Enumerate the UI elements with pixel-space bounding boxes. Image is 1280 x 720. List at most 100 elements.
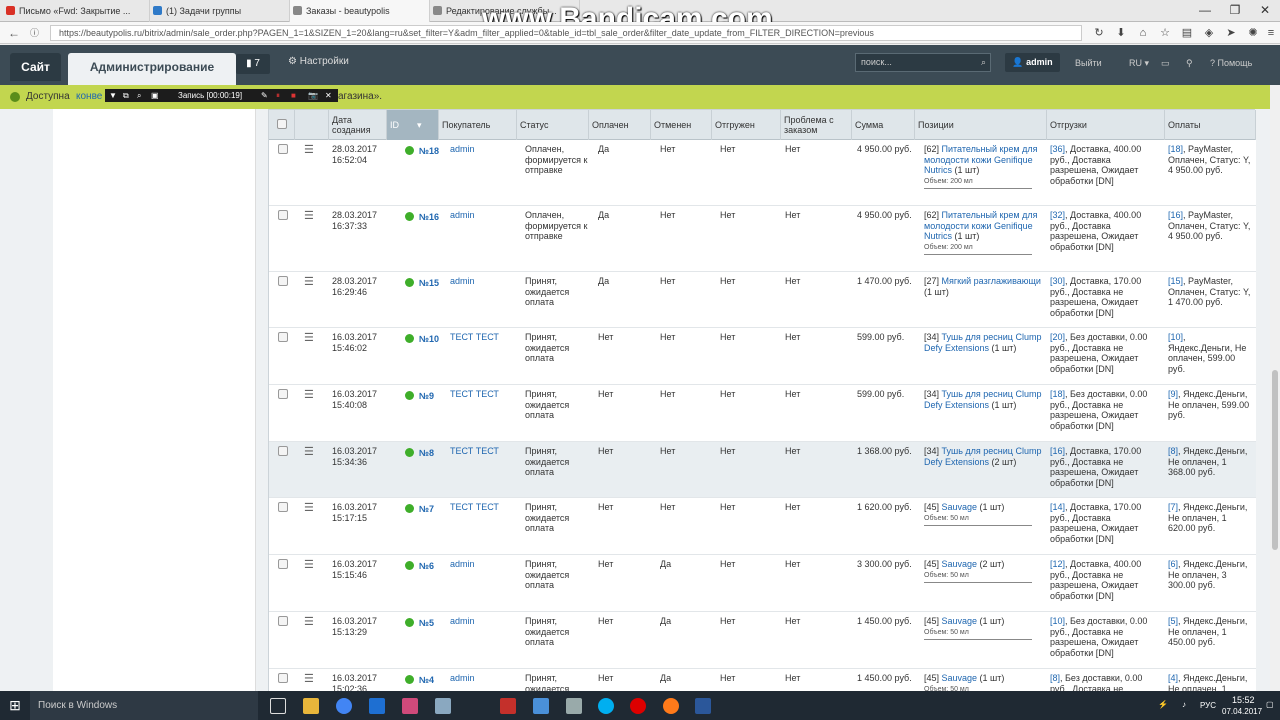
order-id-link[interactable]: №4 xyxy=(419,675,434,686)
shipment-link[interactable]: [10] xyxy=(1050,616,1065,626)
url-input[interactable]: https://beautypolis.ru/bitrix/admin/sale… xyxy=(50,25,1082,41)
column-header-10[interactable]: Отгрузки xyxy=(1047,110,1165,140)
position-product-link[interactable]: Sauvage xyxy=(942,502,978,512)
taskbar-search[interactable]: Поиск в Windows xyxy=(30,691,258,720)
folder-icon[interactable] xyxy=(533,698,549,714)
table-row[interactable]: ☰ 28.03.2017 16:52:04 №18 admin Оплачен, форм… xyxy=(269,140,1256,206)
row-menu-icon[interactable]: ☰ xyxy=(304,558,314,571)
site-button[interactable]: Сайт xyxy=(10,53,61,81)
column-header-3[interactable]: Статус xyxy=(517,110,589,140)
payment-link[interactable]: [4] xyxy=(1168,673,1178,683)
admin-search-input[interactable]: поиск... ⌕ xyxy=(855,53,991,72)
order-id-link[interactable]: №8 xyxy=(419,448,434,459)
buyer-link[interactable]: ТЕСТ ТЕСТ xyxy=(450,389,499,400)
administration-tab[interactable]: Администрирование xyxy=(68,53,236,85)
notifications-button[interactable]: ▮ 7 xyxy=(236,54,270,74)
recorder-camera-icon[interactable]: 📷 xyxy=(308,89,318,102)
shipment-link[interactable]: [20] xyxy=(1050,332,1065,342)
explorer-icon[interactable] xyxy=(303,698,319,714)
row-checkbox[interactable] xyxy=(278,144,288,154)
shipment-link[interactable]: [8] xyxy=(1050,673,1060,683)
notes-icon[interactable] xyxy=(435,698,451,714)
reload-icon[interactable]: ↻ xyxy=(1090,25,1108,41)
recorder-pause-icon[interactable]: ⏸ xyxy=(276,89,280,102)
edge-icon[interactable] xyxy=(369,698,385,714)
column-header-2[interactable]: Покупатель xyxy=(439,110,517,140)
extension-icon[interactable]: ✺ xyxy=(1244,25,1262,41)
column-header-9[interactable]: Позиции xyxy=(915,110,1047,140)
position-product-link[interactable]: Тушь для ресниц Clump Defy Extensions xyxy=(924,332,1041,353)
buyer-link[interactable]: admin xyxy=(450,616,475,627)
filezilla-icon[interactable] xyxy=(500,698,516,714)
row-menu-icon[interactable]: ☰ xyxy=(304,615,314,628)
order-id-link[interactable]: №6 xyxy=(419,561,434,572)
input-language[interactable]: РУС xyxy=(1200,701,1216,710)
column-header-11[interactable]: Оплаты xyxy=(1165,110,1256,140)
row-checkbox[interactable] xyxy=(278,502,288,512)
row-menu-icon[interactable]: ☰ xyxy=(304,445,314,458)
language-selector[interactable]: RU ▾ xyxy=(1129,58,1149,69)
row-menu-icon[interactable]: ☰ xyxy=(304,331,314,344)
menu-icon[interactable]: ≡ xyxy=(1262,25,1280,41)
shipment-link[interactable]: [18] xyxy=(1050,389,1065,399)
column-header-0[interactable]: Дата создания xyxy=(329,110,387,140)
buyer-link[interactable]: ТЕСТ ТЕСТ xyxy=(450,332,499,343)
order-id-link[interactable]: №9 xyxy=(419,391,434,402)
recorder-window-icon[interactable]: ⧉ xyxy=(123,89,129,102)
notice-link[interactable]: конве xyxy=(76,85,102,109)
maximize-button[interactable]: ❐ xyxy=(1220,0,1250,20)
table-row[interactable]: ☰ 16.03.2017 15:02:36 №4 admin Принят, ожидае… xyxy=(269,669,1256,691)
task-view-icon[interactable] xyxy=(270,698,286,714)
order-id-link[interactable]: №7 xyxy=(419,504,434,515)
column-header-8[interactable]: Сумма xyxy=(852,110,915,140)
row-menu-icon[interactable]: ☰ xyxy=(304,672,314,685)
windows-start-icon[interactable]: ⊞ xyxy=(0,691,30,720)
chrome-icon[interactable] xyxy=(336,698,352,714)
column-header-6[interactable]: Отгружен xyxy=(712,110,781,140)
column-header-1[interactable]: ID ▾ xyxy=(387,110,439,140)
buyer-link[interactable]: admin xyxy=(450,276,475,287)
recorder-stop-icon[interactable]: ■ xyxy=(291,89,296,102)
payment-link[interactable]: [18] xyxy=(1168,144,1183,154)
row-checkbox[interactable] xyxy=(278,616,288,626)
word-icon[interactable] xyxy=(695,698,711,714)
bookmark-star-icon[interactable]: ☆ xyxy=(1156,25,1174,41)
table-row[interactable]: ☰ 16.03.2017 15:46:02 №10 ТЕСТ ТЕСТ Принят, о… xyxy=(269,328,1256,385)
recorder-area-icon[interactable]: ▣ xyxy=(151,89,159,102)
position-product-link[interactable]: Мягкий разглаживающи xyxy=(942,276,1041,286)
shipment-link[interactable]: [30] xyxy=(1050,276,1065,286)
search-icon[interactable]: ⌕ xyxy=(981,54,986,71)
scrollbar-thumb[interactable] xyxy=(1272,370,1278,550)
payment-link[interactable]: [8] xyxy=(1168,446,1178,456)
table-row[interactable]: ☰ 16.03.2017 15:34:36 №8 ТЕСТ ТЕСТ Принят, ож… xyxy=(269,442,1256,498)
page-scrollbar[interactable] xyxy=(1270,85,1280,691)
help-link[interactable]: ? Помощь xyxy=(1210,58,1252,68)
recorder-close-icon[interactable]: ✕ xyxy=(325,89,332,102)
buyer-link[interactable]: admin xyxy=(450,210,475,221)
table-row[interactable]: ☰ 16.03.2017 15:17:15 №7 ТЕСТ ТЕСТ Принят, ож… xyxy=(269,498,1256,555)
table-row[interactable]: ☰ 16.03.2017 15:13:29 №5 admin Принят, ожидае… xyxy=(269,612,1256,669)
order-id-link[interactable]: №16 xyxy=(419,212,439,223)
close-window-button[interactable]: ✕ xyxy=(1250,0,1280,20)
recorder-menu-icon[interactable]: ▼ xyxy=(109,89,117,102)
download-icon[interactable]: ⬇ xyxy=(1112,25,1130,41)
browser-tab-1[interactable]: (1) Задачи группы xyxy=(150,0,290,22)
position-product-link[interactable]: Sauvage xyxy=(942,559,978,569)
row-checkbox[interactable] xyxy=(278,559,288,569)
reading-list-icon[interactable]: ▤ xyxy=(1178,25,1196,41)
buyer-link[interactable]: admin xyxy=(450,673,475,684)
shipment-link[interactable]: [32] xyxy=(1050,210,1065,220)
payment-link[interactable]: [9] xyxy=(1168,389,1178,399)
order-id-link[interactable]: №10 xyxy=(419,334,439,345)
recorder-pencil-icon[interactable]: ✎ xyxy=(261,89,268,102)
buyer-link[interactable]: admin xyxy=(450,559,475,570)
table-row[interactable]: ☰ 16.03.2017 15:40:08 №9 ТЕСТ ТЕСТ Принят, ож… xyxy=(269,385,1256,442)
pin-icon[interactable]: ⚲ xyxy=(1186,58,1193,69)
payment-link[interactable]: [15] xyxy=(1168,276,1183,286)
payment-link[interactable]: [5] xyxy=(1168,616,1178,626)
position-product-link[interactable]: Sauvage xyxy=(942,673,978,683)
user-button[interactable]: 👤 admin xyxy=(1005,53,1060,72)
column-header-5[interactable]: Отменен xyxy=(651,110,712,140)
shipment-link[interactable]: [12] xyxy=(1050,559,1065,569)
info-icon[interactable]: ⓘ xyxy=(30,25,39,41)
